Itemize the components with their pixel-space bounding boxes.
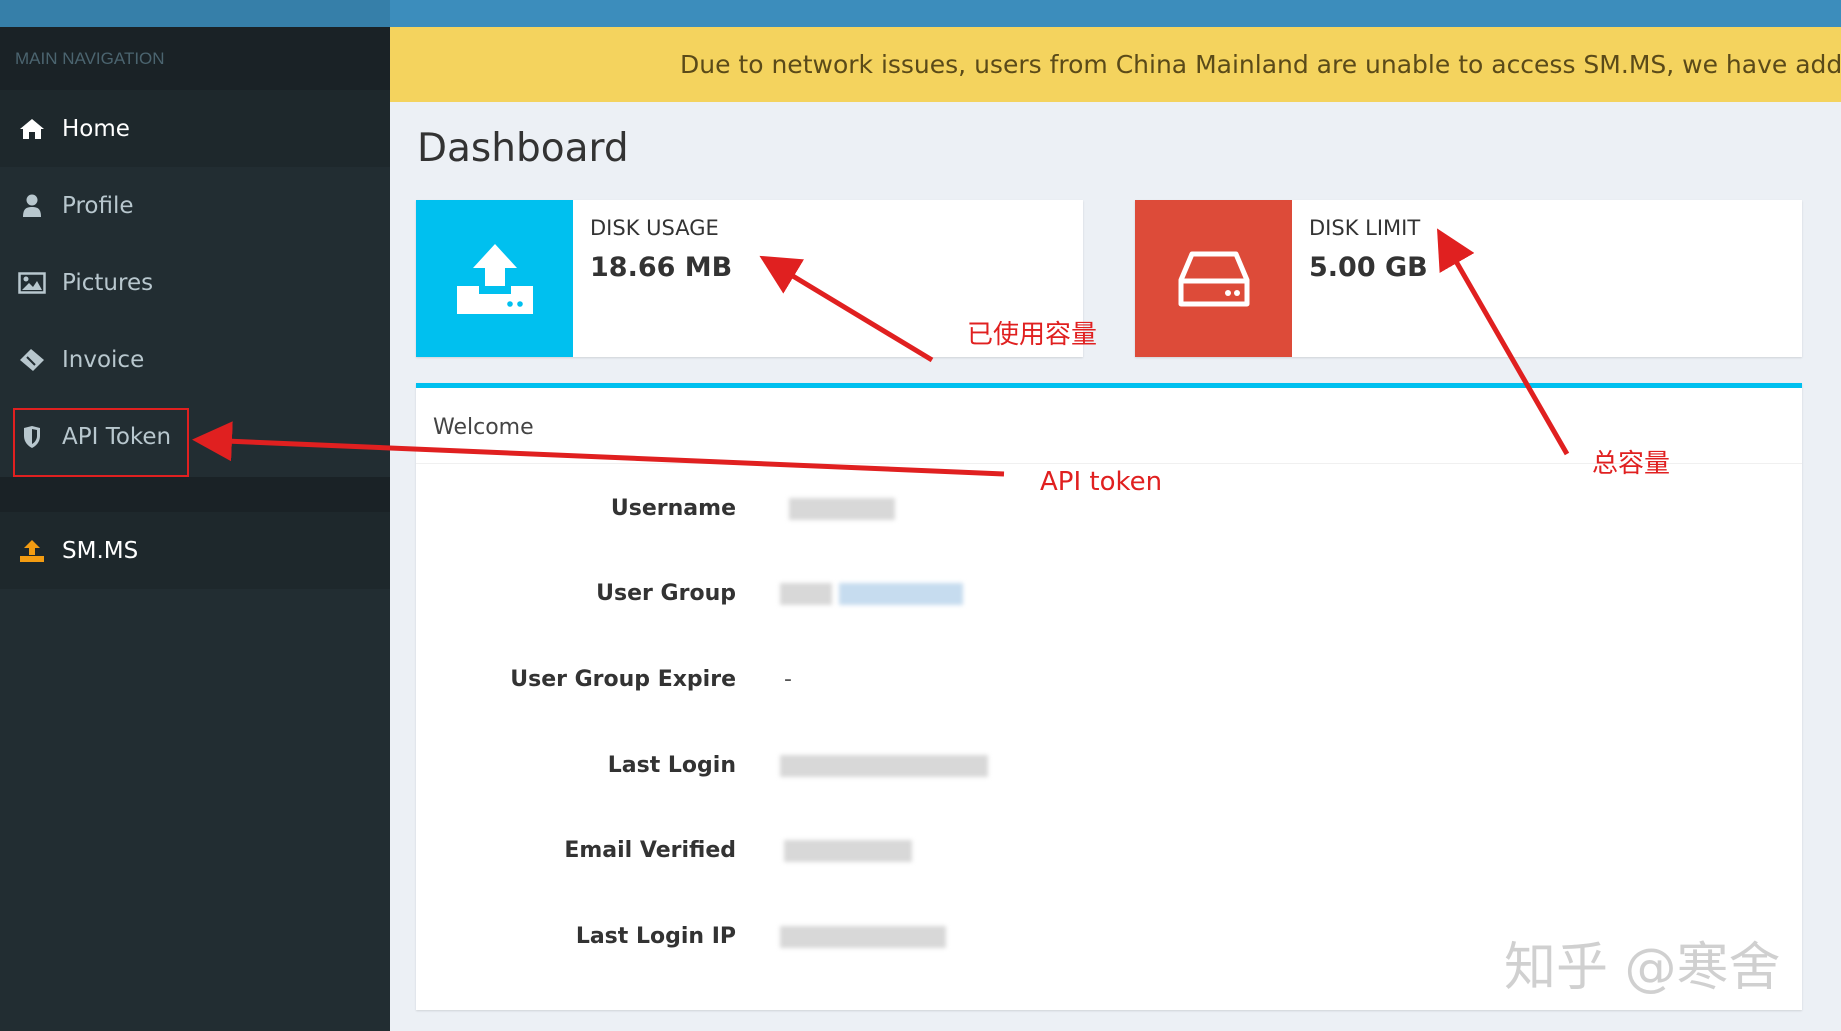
annotation-total-capacity: 总容量 bbox=[1592, 449, 1671, 479]
upload-tray-icon bbox=[456, 243, 533, 314]
sidebar-item-label: Pictures bbox=[62, 269, 154, 296]
disk-usage-value: 18.66 MB bbox=[590, 252, 733, 283]
last-login-ip-label: Last Login IP bbox=[575, 924, 736, 949]
sidebar-item-smms[interactable]: SM.MS bbox=[0, 512, 390, 589]
nav-header: MAIN NAVIGATION bbox=[0, 27, 390, 90]
hard-drive-icon bbox=[1178, 251, 1249, 306]
user-icon bbox=[18, 192, 46, 220]
welcome-title: Welcome bbox=[433, 415, 534, 440]
disk-limit-box: DISK LIMIT 5.00 GB bbox=[1135, 200, 1802, 357]
page-title: Dashboard bbox=[417, 126, 629, 171]
email-verified-label: Email Verified bbox=[564, 838, 736, 863]
nav-separator bbox=[0, 477, 390, 512]
email-verified-value bbox=[784, 838, 912, 863]
last-login-value bbox=[780, 753, 988, 778]
disk-usage-label: DISK USAGE bbox=[590, 216, 719, 240]
top-bar bbox=[390, 0, 1841, 27]
sidebar-item-home[interactable]: Home bbox=[0, 90, 390, 167]
annotation-used-capacity: 已使用容量 bbox=[967, 320, 1098, 350]
disk-limit-icon-wrap bbox=[1135, 200, 1292, 357]
notice-banner: Due to network issues, users from China … bbox=[390, 27, 1841, 102]
username-label: Username bbox=[610, 496, 736, 521]
upload-icon bbox=[18, 537, 46, 565]
user-group-value bbox=[780, 581, 963, 606]
sidebar-item-invoice[interactable]: Invoice bbox=[0, 321, 390, 398]
home-icon bbox=[18, 115, 46, 143]
username-value bbox=[789, 496, 895, 521]
disk-limit-value: 5.00 GB bbox=[1309, 252, 1428, 283]
user-group-expire-value: - bbox=[784, 667, 792, 692]
ticket-icon bbox=[18, 346, 46, 374]
user-group-expire-label: User Group Expire bbox=[510, 667, 736, 692]
annotation-api-token: API token bbox=[1040, 467, 1163, 497]
last-login-label: Last Login bbox=[607, 753, 736, 778]
sidebar-item-label: Invoice bbox=[62, 346, 145, 373]
disk-usage-icon-wrap bbox=[416, 200, 573, 357]
sidebar-item-label: Profile bbox=[62, 192, 134, 219]
image-icon bbox=[18, 269, 46, 297]
last-login-ip-value bbox=[780, 924, 946, 949]
top-bar-left bbox=[0, 0, 390, 27]
sidebar-item-profile[interactable]: Profile bbox=[0, 167, 390, 244]
sidebar-item-pictures[interactable]: Pictures bbox=[0, 244, 390, 321]
user-group-label: User Group bbox=[596, 581, 736, 606]
sidebar-item-label: SM.MS bbox=[62, 537, 139, 564]
sidebar-item-label: Home bbox=[62, 115, 130, 142]
disk-limit-label: DISK LIMIT bbox=[1309, 216, 1421, 240]
watermark: 知乎 @寒舍 bbox=[1504, 938, 1781, 998]
api-token-highlight bbox=[13, 408, 189, 477]
sidebar: MAIN NAVIGATION Home Profile Pictures In… bbox=[0, 27, 390, 1031]
